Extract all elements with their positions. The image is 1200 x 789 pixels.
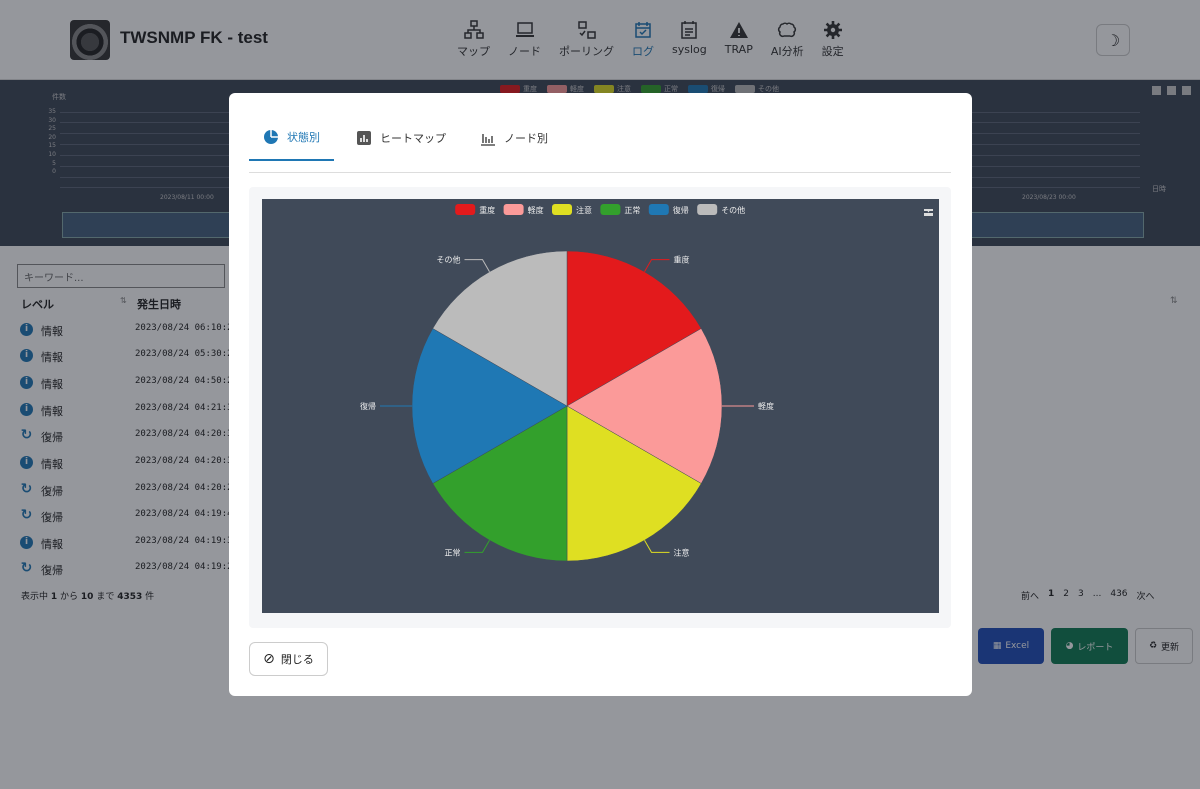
chart-panel: 重度 軽度 注意 正常 復帰 その他 重度 軽度 注意 正常 復帰 その他	[249, 187, 951, 628]
tab-state[interactable]: 状態別	[249, 115, 334, 161]
bar-chart-icon	[357, 131, 371, 145]
pie-label-2: 注意	[674, 547, 690, 557]
pie-label-3: 正常	[445, 548, 461, 557]
pie-label-1: 軽度	[758, 401, 774, 411]
pie-chart-icon	[264, 130, 278, 144]
pie-legend-item-3[interactable]: 正常	[600, 204, 640, 215]
close-button[interactable]: ⊘ 閉じる	[249, 642, 328, 676]
svg-text:正常: 正常	[624, 206, 640, 215]
pie-label-line-0	[644, 259, 670, 273]
pie-chart-svg: 重度 軽度 注意 正常 復帰 その他 重度軽度注意正常復帰その他	[360, 204, 933, 562]
pie-legend: 重度 軽度 注意 正常 復帰 その他	[455, 204, 745, 215]
pie-label-line-5	[464, 259, 490, 273]
tab-heatmap[interactable]: ヒートマップ	[342, 115, 460, 161]
node-chart-icon	[481, 134, 495, 146]
log-report-modal: 状態別 ヒートマップ ノード別 重度 軽度 注意 正常 復帰 その他 重度 軽度 注意 正常 復帰…	[229, 93, 972, 696]
report-tabs: 状態別 ヒートマップ ノード別	[249, 115, 951, 173]
tab-node[interactable]: ノード別	[466, 115, 562, 161]
pie-legend-item-5[interactable]: その他	[697, 204, 745, 215]
svg-text:その他: その他	[721, 205, 745, 215]
svg-text:重度: 重度	[479, 205, 495, 215]
ban-icon: ⊘	[263, 651, 275, 667]
state-pie-chart: 重度 軽度 注意 正常 復帰 その他 重度 軽度 注意 正常 復帰 その他	[262, 199, 939, 613]
pie-label-4: 復帰	[360, 401, 376, 411]
pie-label-0: 重度	[674, 255, 690, 265]
svg-text:復帰: 復帰	[673, 205, 689, 215]
pie-legend-item-2[interactable]: 注意	[552, 204, 592, 215]
pie-label-line-2	[644, 539, 670, 553]
pie-legend-item-1[interactable]: 軽度	[503, 204, 544, 215]
pie-label-line-3	[464, 539, 490, 553]
pie-legend-item-4[interactable]: 復帰	[648, 204, 689, 215]
pie-slices	[411, 250, 723, 562]
save-image-icon[interactable]	[924, 209, 933, 216]
pie-legend-item-0[interactable]: 重度	[455, 204, 495, 215]
svg-text:注意: 注意	[576, 205, 592, 215]
svg-text:軽度: 軽度	[528, 205, 544, 215]
pie-label-5: その他	[437, 255, 461, 265]
